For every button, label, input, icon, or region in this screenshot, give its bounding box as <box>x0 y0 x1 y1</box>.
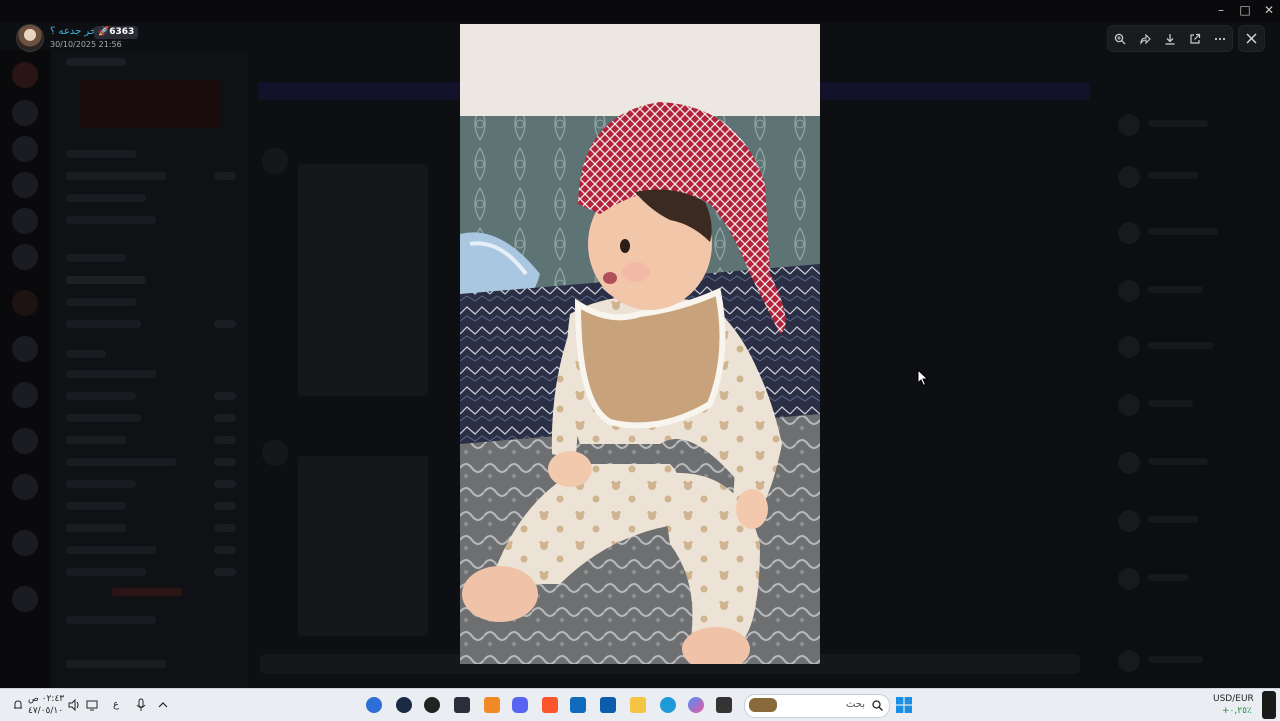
windows-start-icon[interactable] <box>896 697 912 713</box>
forward-icon[interactable] <box>1135 29 1155 49</box>
upload-timestamp: 30/10/2025 21:56 <box>50 40 122 49</box>
file-explorer-icon[interactable] <box>630 697 646 713</box>
edge-icon[interactable] <box>660 697 676 713</box>
viewer-image[interactable] <box>460 24 820 664</box>
app-icon-13[interactable] <box>716 697 732 713</box>
message-video-thumbnail <box>298 456 428 636</box>
network-icon[interactable] <box>86 699 98 711</box>
search-icon <box>872 700 883 711</box>
currency-change: +٠,٢٥٪ <box>1222 706 1252 716</box>
clock-time[interactable]: ٠٢:٤٣ ص <box>28 694 64 704</box>
close-viewer-button[interactable] <box>1238 25 1265 52</box>
download-icon[interactable] <box>1160 29 1180 49</box>
maximize-icon[interactable]: □ <box>1232 3 1258 17</box>
discord-icon[interactable] <box>512 697 528 713</box>
mouse-cursor <box>917 369 929 387</box>
message-image-thumbnail <box>298 164 428 396</box>
language-indicator[interactable]: ع <box>113 699 119 710</box>
terminal-icon[interactable] <box>454 697 470 713</box>
copilot-icon[interactable] <box>688 697 704 713</box>
system-tray-widget[interactable] <box>1262 691 1276 719</box>
clock-date[interactable]: ٤٧/٠٥/١٠ <box>28 706 63 716</box>
open-external-icon[interactable] <box>1185 29 1205 49</box>
taskbar-search[interactable]: بحث <box>744 694 890 718</box>
zoom-in-icon[interactable] <box>1110 29 1130 49</box>
window-close-icon[interactable]: ✕ <box>1256 3 1280 17</box>
brave-icon[interactable] <box>542 697 558 713</box>
outlook-icon[interactable] <box>570 697 586 713</box>
volume-icon[interactable] <box>68 699 81 711</box>
channel-sidebar <box>52 50 248 690</box>
steam-icon[interactable] <box>396 697 412 713</box>
chevron-up-icon[interactable] <box>158 701 168 708</box>
search-highlight-image <box>749 698 777 712</box>
viewer-toolbar <box>1107 25 1233 52</box>
currency-pair[interactable]: USD/EUR <box>1213 694 1254 704</box>
store-icon[interactable] <box>600 697 616 713</box>
member-list <box>1108 50 1280 690</box>
windows-taskbar: ٠٢:٤٣ ص ٤٧/٠٥/١٠ ع بحث USD/EUR +٠,٢٥٪ <box>0 688 1280 721</box>
more-icon[interactable] <box>1210 29 1230 49</box>
uploader-avatar[interactable] <box>16 24 44 52</box>
microphone-icon[interactable] <box>136 698 146 712</box>
app-icon-5[interactable] <box>484 697 500 713</box>
server-banner <box>80 80 220 128</box>
uploader-name[interactable]: اخر جدعه ؟ <box>50 26 99 37</box>
server-rail <box>0 50 50 690</box>
app-icon-3[interactable] <box>424 697 440 713</box>
close-icon <box>1246 33 1257 44</box>
titlebar <box>0 0 1280 22</box>
user-badge: 🚀6363 <box>94 26 139 39</box>
search-placeholder: بحث <box>845 699 865 710</box>
app-icon-1[interactable] <box>366 697 382 713</box>
minimize-icon[interactable]: – <box>1208 3 1234 17</box>
notification-icon[interactable] <box>12 699 24 711</box>
